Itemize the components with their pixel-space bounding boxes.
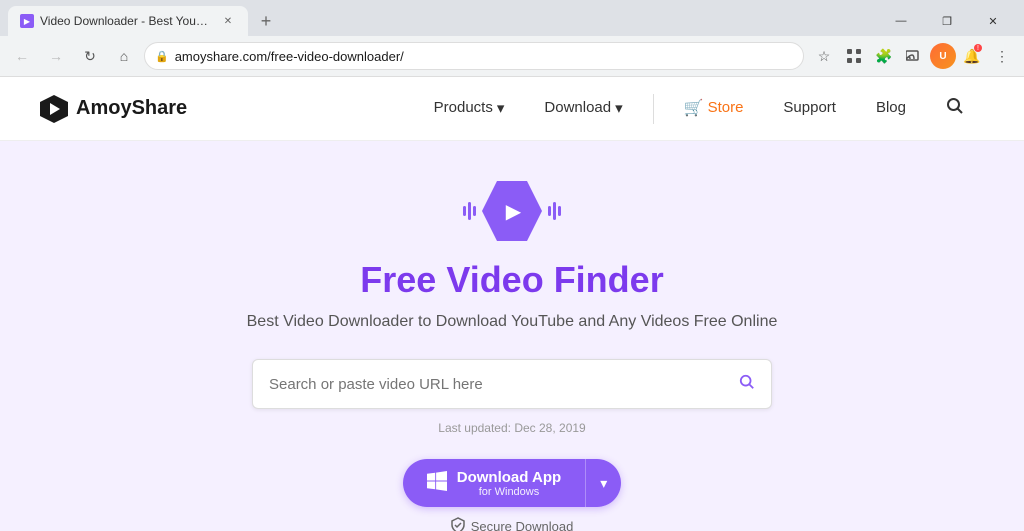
toolbar-icons: ☆ 🧩 U 🔔 !: [810, 42, 1016, 70]
logo-icon: [40, 95, 68, 123]
download-button-group: Download App for Windows ▾: [403, 459, 621, 507]
support-label: Support: [783, 99, 836, 116]
wave-right: [548, 202, 561, 220]
url-text: amoyshare.com/free-video-downloader/: [175, 49, 793, 64]
notifications-icon[interactable]: 🔔 !: [958, 42, 986, 70]
lock-icon: 🔒: [155, 50, 169, 63]
wave-bar-5: [553, 202, 556, 220]
blog-label: Blog: [876, 99, 906, 116]
wave-bar-2: [468, 202, 471, 220]
download-btn-text: Download App for Windows: [457, 469, 561, 498]
logo[interactable]: AmoyShare: [40, 95, 187, 123]
support-link[interactable]: Support: [763, 77, 856, 141]
forward-button[interactable]: →: [42, 42, 70, 70]
wave-bar-3: [473, 206, 476, 216]
address-bar[interactable]: 🔒 amoyshare.com/free-video-downloader/: [144, 42, 804, 70]
wave-bar-6: [558, 206, 561, 216]
shield-icon: [451, 517, 465, 531]
download-label: Download: [544, 99, 611, 116]
page-content: AmoyShare Products ▾ Download ▾ 🛒 Store …: [0, 77, 1024, 531]
home-button[interactable]: ⌂: [110, 42, 138, 70]
back-button[interactable]: ←: [8, 42, 36, 70]
hero-title: Free Video Finder: [360, 259, 663, 301]
secure-text: Secure Download: [471, 519, 574, 531]
extensions-icon[interactable]: 🧩: [870, 42, 898, 70]
search-input[interactable]: [269, 376, 739, 393]
tab-favicon: ▶: [20, 14, 34, 28]
download-menu[interactable]: Download ▾: [524, 77, 642, 141]
maximize-button[interactable]: ❐: [924, 3, 970, 39]
new-tab-button[interactable]: +: [252, 7, 280, 35]
wave-left: [463, 202, 476, 220]
download-dropdown-button[interactable]: ▾: [585, 459, 621, 507]
address-bar-row: ← → ↻ ⌂ 🔒 amoyshare.com/free-video-downl…: [0, 36, 1024, 76]
products-arrow-icon: ▾: [497, 99, 505, 117]
search-bar[interactable]: [252, 359, 772, 409]
play-triangle-icon: ▶: [506, 199, 521, 224]
profile-icon[interactable]: U: [930, 43, 956, 69]
store-label: Store: [708, 99, 744, 116]
search-nav-icon[interactable]: [926, 77, 984, 141]
nav-links: Products ▾ Download ▾ 🛒 Store Support Bl…: [414, 77, 984, 141]
wave-bar-1: [463, 206, 466, 216]
extensions-grid-icon[interactable]: [840, 42, 868, 70]
browser-chrome: ▶ Video Downloader - Best YouTu... ✕ + —…: [0, 0, 1024, 77]
window-controls: — ❐ ✕: [878, 3, 1016, 39]
store-link[interactable]: 🛒 Store: [664, 77, 764, 141]
search-submit-icon[interactable]: [739, 374, 755, 395]
hero-section: ▶ Free Video Finder Best Video Downloade…: [0, 141, 1024, 531]
bookmark-icon[interactable]: ☆: [810, 42, 838, 70]
tab-bar: ▶ Video Downloader - Best YouTu... ✕ + —…: [0, 0, 1024, 36]
download-arrow-icon: ▾: [615, 99, 623, 117]
tab-title: Video Downloader - Best YouTu...: [40, 14, 214, 28]
cart-icon: 🛒: [684, 98, 704, 118]
search-icon: [946, 97, 964, 119]
last-updated-text: Last updated: Dec 28, 2019: [438, 421, 585, 435]
blog-link[interactable]: Blog: [856, 77, 926, 141]
active-tab[interactable]: ▶ Video Downloader - Best YouTu... ✕: [8, 6, 248, 36]
nav-separator: [653, 94, 654, 124]
close-button[interactable]: ✕: [970, 3, 1016, 39]
download-main-label: Download App: [457, 469, 561, 486]
products-label: Products: [434, 99, 493, 116]
logo-text: AmoyShare: [76, 97, 187, 120]
menu-icon[interactable]: ⋮: [988, 42, 1016, 70]
tab-close-button[interactable]: ✕: [220, 13, 236, 29]
site-nav: AmoyShare Products ▾ Download ▾ 🛒 Store …: [0, 77, 1024, 141]
hero-icon-group: ▶: [463, 181, 561, 241]
download-sub-label: for Windows: [457, 486, 561, 498]
minimize-button[interactable]: —: [878, 3, 924, 39]
play-hexagon-icon: ▶: [482, 181, 542, 241]
hero-subtitle: Best Video Downloader to Download YouTub…: [247, 313, 778, 331]
dropdown-arrow-icon: ▾: [600, 475, 607, 492]
secure-badge: Secure Download: [451, 517, 574, 531]
wave-bar-4: [548, 206, 551, 216]
windows-icon: [427, 471, 447, 496]
download-main-button[interactable]: Download App for Windows: [403, 459, 585, 507]
cast-icon[interactable]: [900, 42, 928, 70]
refresh-button[interactable]: ↻: [76, 42, 104, 70]
products-menu[interactable]: Products ▾: [414, 77, 525, 141]
